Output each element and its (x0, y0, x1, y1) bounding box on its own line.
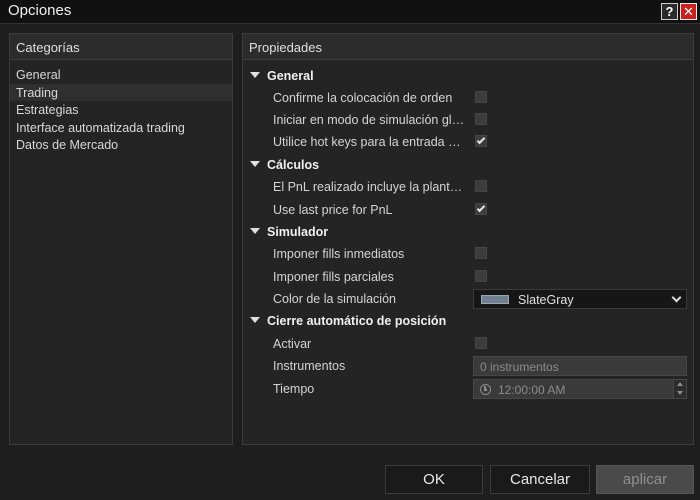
property-row: Imponer fills inmediatos (243, 243, 693, 265)
section-cierre: Cierre automático de posición (243, 311, 693, 331)
hot-keys-checkbox[interactable] (475, 135, 487, 147)
global-simulation-checkbox[interactable] (475, 113, 487, 125)
category-item-general[interactable]: General (10, 66, 232, 84)
spin-up-icon[interactable] (673, 380, 686, 389)
collapse-triangle-icon[interactable] (250, 228, 260, 234)
properties-header: Propiedades (243, 34, 693, 60)
pnl-commission-checkbox[interactable] (475, 180, 487, 192)
property-row: Color de la simulación SlateGray (243, 288, 693, 310)
tiempo-field[interactable]: 12:00:00 AM (473, 379, 687, 399)
section-title: General (267, 69, 314, 83)
color-swatch (481, 295, 509, 304)
property-label: Instrumentos (273, 359, 346, 373)
apply-button[interactable]: aplicar (596, 465, 694, 494)
property-row: El PnL realizado incluye la plantilla de… (243, 176, 693, 198)
spin-down-icon[interactable] (673, 389, 686, 398)
categories-header: Categorías (10, 34, 232, 60)
checkmark-icon (476, 135, 486, 145)
section-title: Cierre automático de posición (267, 314, 447, 328)
ok-button[interactable]: OK (385, 465, 483, 494)
property-row: Imponer fills parciales (243, 266, 693, 288)
property-label: Activar (273, 337, 312, 351)
section-general: General (243, 66, 693, 86)
section-title: Simulador (267, 225, 329, 239)
partial-fills-checkbox[interactable] (475, 270, 487, 282)
collapse-triangle-icon[interactable] (250, 317, 260, 323)
property-label: Imponer fills parciales (273, 270, 394, 284)
chevron-down-icon (671, 292, 682, 303)
category-item-interface-automatizada[interactable]: Interface automatizada trading (10, 119, 232, 137)
property-row: Utilice hot keys para la entrada de órde… (243, 131, 693, 153)
simulation-color-dropdown[interactable]: SlateGray (473, 289, 687, 309)
properties-panel: Propiedades General Confirme la colocaci… (242, 33, 694, 445)
categories-list: General Trading Estrategias Interface au… (10, 66, 232, 154)
property-label: Imponer fills inmediatos (273, 247, 405, 261)
property-label: Use last price for PnL (273, 203, 393, 217)
property-label: Confirme la colocación de orden (273, 91, 453, 105)
question-icon: ? (665, 4, 674, 19)
property-label: Tiempo (273, 382, 315, 396)
close-button[interactable]: ✕ (680, 3, 697, 20)
property-label: Iniciar en modo de simulación global (273, 113, 465, 127)
close-icon: ✕ (683, 4, 694, 19)
instrumentos-field[interactable]: 0 instrumentos (473, 356, 687, 376)
activar-checkbox[interactable] (475, 337, 487, 349)
category-item-trading[interactable]: Trading (10, 83, 232, 101)
section-title: Cálculos (267, 158, 320, 172)
property-row: Instrumentos 0 instrumentos (243, 355, 693, 377)
section-calculos: Cálculos (243, 155, 693, 175)
property-row: Iniciar en modo de simulación global (243, 109, 693, 131)
immediate-fills-checkbox[interactable] (475, 247, 487, 259)
property-label: Utilice hot keys para la entrada de órde… (273, 135, 465, 149)
categories-panel: Categorías General Trading Estrategias I… (9, 33, 233, 445)
dropdown-value: SlateGray (518, 293, 574, 307)
property-row: Activar (243, 333, 693, 355)
property-row: Tiempo 12:00:00 AM (243, 378, 693, 400)
property-row: Confirme la colocación de orden (243, 87, 693, 109)
clock-icon (480, 384, 491, 395)
last-price-pnl-checkbox[interactable] (475, 203, 487, 215)
help-button[interactable]: ? (661, 3, 678, 20)
collapse-triangle-icon[interactable] (250, 161, 260, 167)
window-title: Opciones (8, 2, 72, 19)
collapse-triangle-icon[interactable] (250, 72, 260, 78)
property-label: El PnL realizado incluye la plantilla de… (273, 180, 465, 194)
category-item-estrategias[interactable]: Estrategias (10, 101, 232, 119)
checkmark-icon (476, 203, 486, 213)
property-label: Color de la simulación (273, 292, 396, 306)
time-value: 12:00:00 AM (498, 383, 566, 397)
confirm-order-checkbox[interactable] (475, 91, 487, 103)
title-bar: Opciones ? ✕ (0, 0, 700, 24)
cancel-button[interactable]: Cancelar (490, 465, 590, 494)
property-row: Use last price for PnL (243, 199, 693, 221)
category-item-datos-mercado[interactable]: Datos de Mercado (10, 136, 232, 154)
section-simulador: Simulador (243, 222, 693, 242)
